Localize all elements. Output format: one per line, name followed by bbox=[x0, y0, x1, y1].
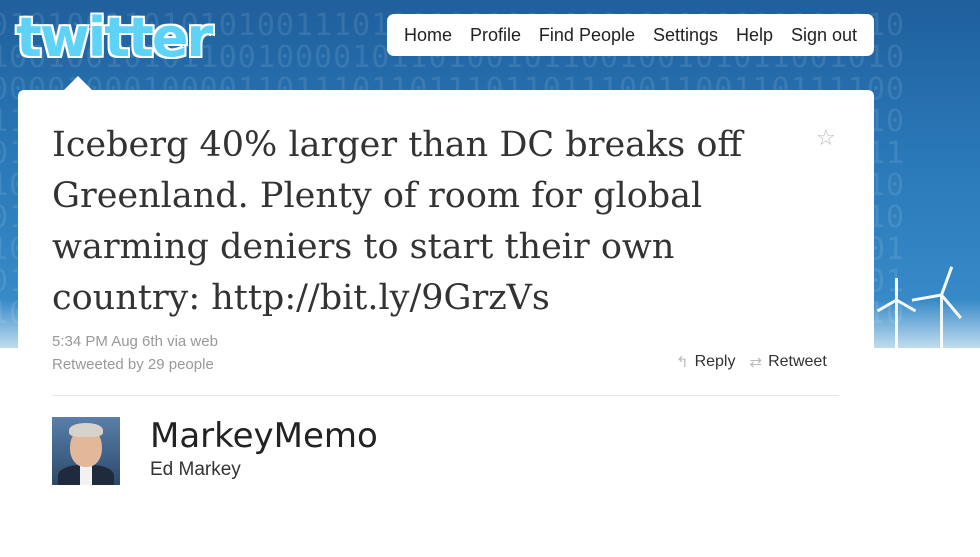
avatar[interactable] bbox=[52, 417, 120, 485]
nav-sign-out-link[interactable]: Sign out bbox=[791, 25, 857, 46]
nav-find-people-link[interactable]: Find People bbox=[539, 25, 635, 46]
nav-settings-link[interactable]: Settings bbox=[653, 25, 718, 46]
tweet-card: Iceberg 40% larger than DC breaks off Gr… bbox=[18, 90, 874, 557]
reply-label: Reply bbox=[694, 353, 736, 370]
tweet-actions: ↰ Reply ⇄ Retweet bbox=[676, 352, 827, 372]
reply-icon: ↰ bbox=[676, 354, 689, 371]
twitter-logo[interactable]: twitter bbox=[16, 6, 213, 70]
top-navigation: Home Profile Find People Settings Help S… bbox=[387, 14, 874, 56]
retweet-label: Retweet bbox=[768, 353, 827, 370]
tweet-timestamp[interactable]: 5:34 PM Aug 6th via web bbox=[52, 330, 218, 353]
nav-help-link[interactable]: Help bbox=[736, 25, 773, 46]
author-username[interactable]: MarkeyMemo bbox=[150, 416, 378, 456]
tweet-text: Iceberg 40% larger than DC breaks off Gr… bbox=[52, 125, 743, 318]
divider bbox=[52, 395, 839, 396]
nav-home-link[interactable]: Home bbox=[404, 25, 452, 46]
card-pointer bbox=[64, 76, 92, 90]
retweet-button[interactable]: ⇄ Retweet bbox=[749, 353, 826, 371]
tweet-meta: 5:34 PM Aug 6th via web Retweeted by 29 … bbox=[52, 330, 218, 376]
reply-button[interactable]: ↰ Reply bbox=[676, 353, 735, 371]
nav-profile-link[interactable]: Profile bbox=[470, 25, 521, 46]
star-icon[interactable]: ☆ bbox=[816, 126, 836, 151]
retweet-icon: ⇄ bbox=[749, 354, 763, 371]
retweet-count[interactable]: Retweeted by 29 people bbox=[52, 353, 218, 376]
author-name: Ed Markey bbox=[150, 459, 241, 480]
